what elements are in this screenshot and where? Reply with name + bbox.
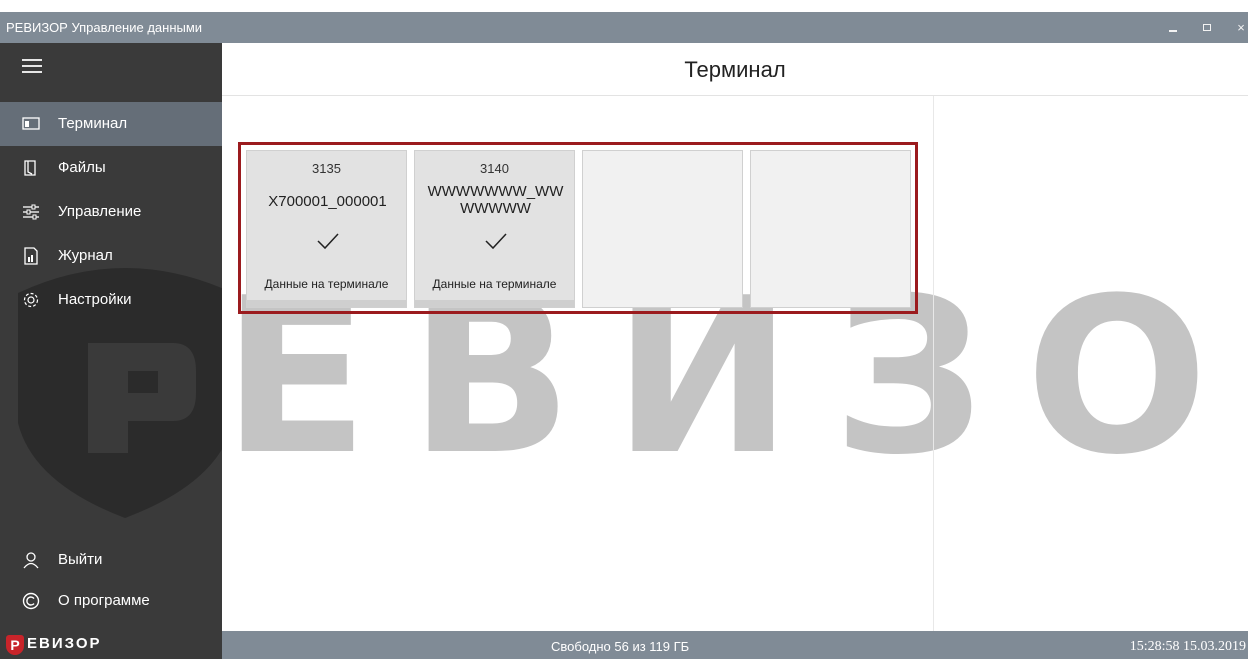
sidebar-item-terminal[interactable]: Терминал <box>0 102 222 146</box>
terminal-tile-empty[interactable] <box>750 150 911 308</box>
free-space-text: Свободно 56 из 119 ГБ <box>551 639 690 654</box>
window-title: РЕВИЗОР Управление данными <box>6 20 203 35</box>
panel-divider <box>933 96 934 631</box>
sidebar-item-label: Управление <box>58 203 142 220</box>
sidebar-item-settings[interactable]: Настройки <box>0 278 222 322</box>
page-header: Терминал <box>222 43 1248 96</box>
gear-icon <box>23 292 39 308</box>
sidebar-item-label: Настройки <box>58 291 132 308</box>
sliders-icon <box>23 204 39 220</box>
copyright-icon <box>22 592 40 610</box>
sidebar: Терминал Файлы Управление Журнал Настрой… <box>0 43 222 631</box>
close-button[interactable]: × <box>1230 18 1248 38</box>
terminal-tile-empty[interactable] <box>582 150 743 308</box>
minimize-button[interactable] <box>1162 18 1184 38</box>
sidebar-item-label: Файлы <box>58 159 106 176</box>
sidebar-item-label: О программе <box>58 592 150 609</box>
close-icon: × <box>1237 20 1245 35</box>
sidebar-item-files[interactable]: Файлы <box>0 146 222 190</box>
hamburger-icon <box>22 59 42 61</box>
minimize-icon <box>1169 30 1177 32</box>
logo-text: ЕВИЗОР <box>27 635 102 652</box>
main-content: ЕВИЗОР 3135 X700001_000001 Данные на тер… <box>222 96 1248 631</box>
terminal-tiles-frame: 3135 X700001_000001 Данные на терминале … <box>238 142 918 314</box>
page-title: Терминал <box>684 57 786 82</box>
app-logo: Р ЕВИЗОР <box>0 631 222 659</box>
top-strip <box>0 0 1248 12</box>
tile-status: Данные на терминале <box>264 277 389 291</box>
maximize-button[interactable] <box>1196 18 1218 38</box>
hamburger-icon-line <box>22 65 42 67</box>
terminal-tile[interactable]: 3140 WWWWWWW_WWWWWWW Данные на терминале <box>414 150 575 308</box>
tile-footer <box>415 300 574 307</box>
sidebar-item-label: Журнал <box>58 247 113 264</box>
sidebar-item-label: Выйти <box>58 551 103 568</box>
datetime-text: 15:28:58 15.03.2019 <box>1129 639 1246 654</box>
about-button[interactable]: О программе <box>0 579 222 623</box>
status-bar: Р ЕВИЗОР Свободно 56 из 119 ГБ 15:28:58 … <box>0 631 1248 659</box>
tile-number: 3140 <box>480 161 509 176</box>
title-bar: РЕВИЗОР Управление данными × <box>0 12 1248 43</box>
logo-shield-icon: Р <box>6 635 24 655</box>
sidebar-item-journal[interactable]: Журнал <box>0 234 222 278</box>
tile-name: X700001_000001 <box>268 193 387 210</box>
journal-icon <box>24 247 38 265</box>
user-icon <box>23 552 39 569</box>
menu-toggle-button[interactable] <box>22 59 44 75</box>
sidebar-item-label: Терминал <box>58 115 128 132</box>
tile-footer <box>247 300 406 307</box>
sidebar-item-control[interactable]: Управление <box>0 190 222 234</box>
check-icon <box>317 233 339 250</box>
terminal-tile[interactable]: 3135 X700001_000001 Данные на терминале <box>246 150 407 308</box>
tile-number: 3135 <box>312 161 341 176</box>
check-icon <box>485 233 507 250</box>
hamburger-icon-line <box>22 71 42 73</box>
tile-status: Данные на терминале <box>432 277 557 291</box>
terminal-icon <box>22 117 40 130</box>
tile-name: WWWWWWW_WWWWWWW <box>427 183 564 217</box>
maximize-icon <box>1203 24 1211 31</box>
logout-button[interactable]: Выйти <box>0 538 222 582</box>
files-icon <box>24 160 36 176</box>
